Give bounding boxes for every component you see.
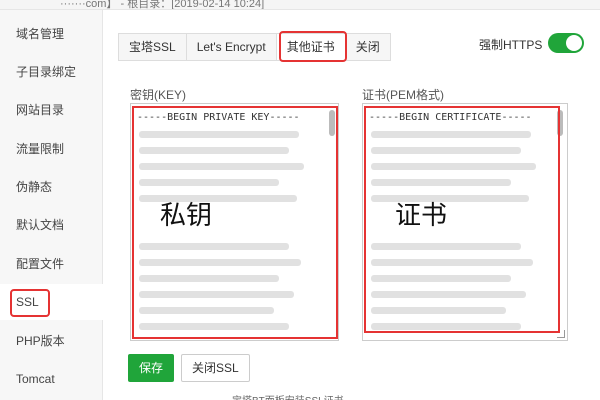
ssl-tabs: 宝塔SSL Let's Encrypt 其他证书 关闭 — [118, 33, 391, 61]
certificate-annotation: 证书 — [395, 201, 448, 231]
blurred-cert-line — [371, 243, 521, 250]
sidebar-item-traffic-limit[interactable]: 流量限制 — [0, 131, 103, 167]
blurred-key-line — [139, 179, 279, 186]
resize-grip-icon[interactable] — [557, 330, 565, 338]
sidebar-item-subdir-binding[interactable]: 子目录绑定 — [0, 54, 103, 90]
blurred-key-line — [139, 147, 289, 154]
sidebar-item-php-version[interactable]: PHP版本 — [0, 323, 103, 359]
blurred-cert-line — [371, 275, 511, 282]
blurred-key-line — [139, 323, 289, 330]
cert-field-label: 证书(PEM格式) — [362, 88, 444, 102]
blurred-key-line — [139, 291, 294, 298]
key-scrollbar[interactable] — [329, 110, 335, 136]
tab-bt-ssl[interactable]: 宝塔SSL — [118, 33, 186, 61]
cert-scrollbar[interactable] — [557, 110, 563, 136]
sidebar-item-config-file[interactable]: 配置文件 — [0, 246, 103, 282]
tab-other-certificate[interactable]: 其他证书 — [275, 33, 345, 61]
blurred-cert-line — [371, 323, 521, 330]
private-key-annotation: 私钥 — [160, 201, 213, 231]
blurred-key-line — [139, 163, 304, 170]
certificate-textarea[interactable]: -----BEGIN CERTIFICATE----- — [362, 103, 568, 341]
blurred-cert-line — [371, 147, 521, 154]
window-title: ·······com】 - 根目录：[2019-02-14 10:24] — [60, 0, 265, 10]
key-first-line: -----BEGIN PRIVATE KEY----- — [137, 112, 300, 123]
blurred-cert-line — [371, 179, 511, 186]
sidebar-item-domain[interactable]: 域名管理 — [0, 16, 103, 52]
key-field-label: 密钥(KEY) — [130, 88, 187, 102]
blurred-key-line — [139, 243, 289, 250]
tab-lets-encrypt[interactable]: Let's Encrypt — [185, 33, 276, 61]
blurred-cert-line — [371, 259, 533, 266]
blurred-key-line — [139, 259, 301, 266]
blurred-cert-line — [371, 291, 526, 298]
sidebar-item-default-doc[interactable]: 默认文档 — [0, 207, 103, 243]
cert-first-line: -----BEGIN CERTIFICATE----- — [369, 112, 532, 123]
sidebar: 域名管理 子目录绑定 网站目录 流量限制 伪静态 默认文档 配置文件 SSL P… — [0, 10, 103, 400]
blurred-cert-line — [371, 131, 531, 138]
blurred-cert-line — [371, 307, 506, 314]
blurred-key-line — [139, 275, 279, 282]
sidebar-item-site-directory[interactable]: 网站目录 — [0, 92, 103, 128]
ssl-highlight-box — [10, 289, 50, 317]
blurred-key-line — [139, 131, 299, 138]
force-https-toggle[interactable] — [548, 33, 584, 53]
force-https-label: 强制HTTPS — [479, 38, 543, 52]
tab-close[interactable]: 关闭 — [344, 33, 391, 61]
sidebar-item-tomcat[interactable]: Tomcat — [0, 361, 103, 397]
figure-caption: 宝塔BT面板安装SSL证书 — [232, 392, 344, 400]
close-ssl-button[interactable]: 关闭SSL — [181, 354, 250, 382]
save-button[interactable]: 保存 — [128, 354, 175, 382]
window-title-strip: ·······com】 - 根目录：[2019-02-14 10:24] — [0, 0, 600, 10]
blurred-key-line — [139, 307, 274, 314]
sidebar-item-rewrite[interactable]: 伪静态 — [0, 169, 103, 205]
blurred-cert-line — [371, 163, 536, 170]
